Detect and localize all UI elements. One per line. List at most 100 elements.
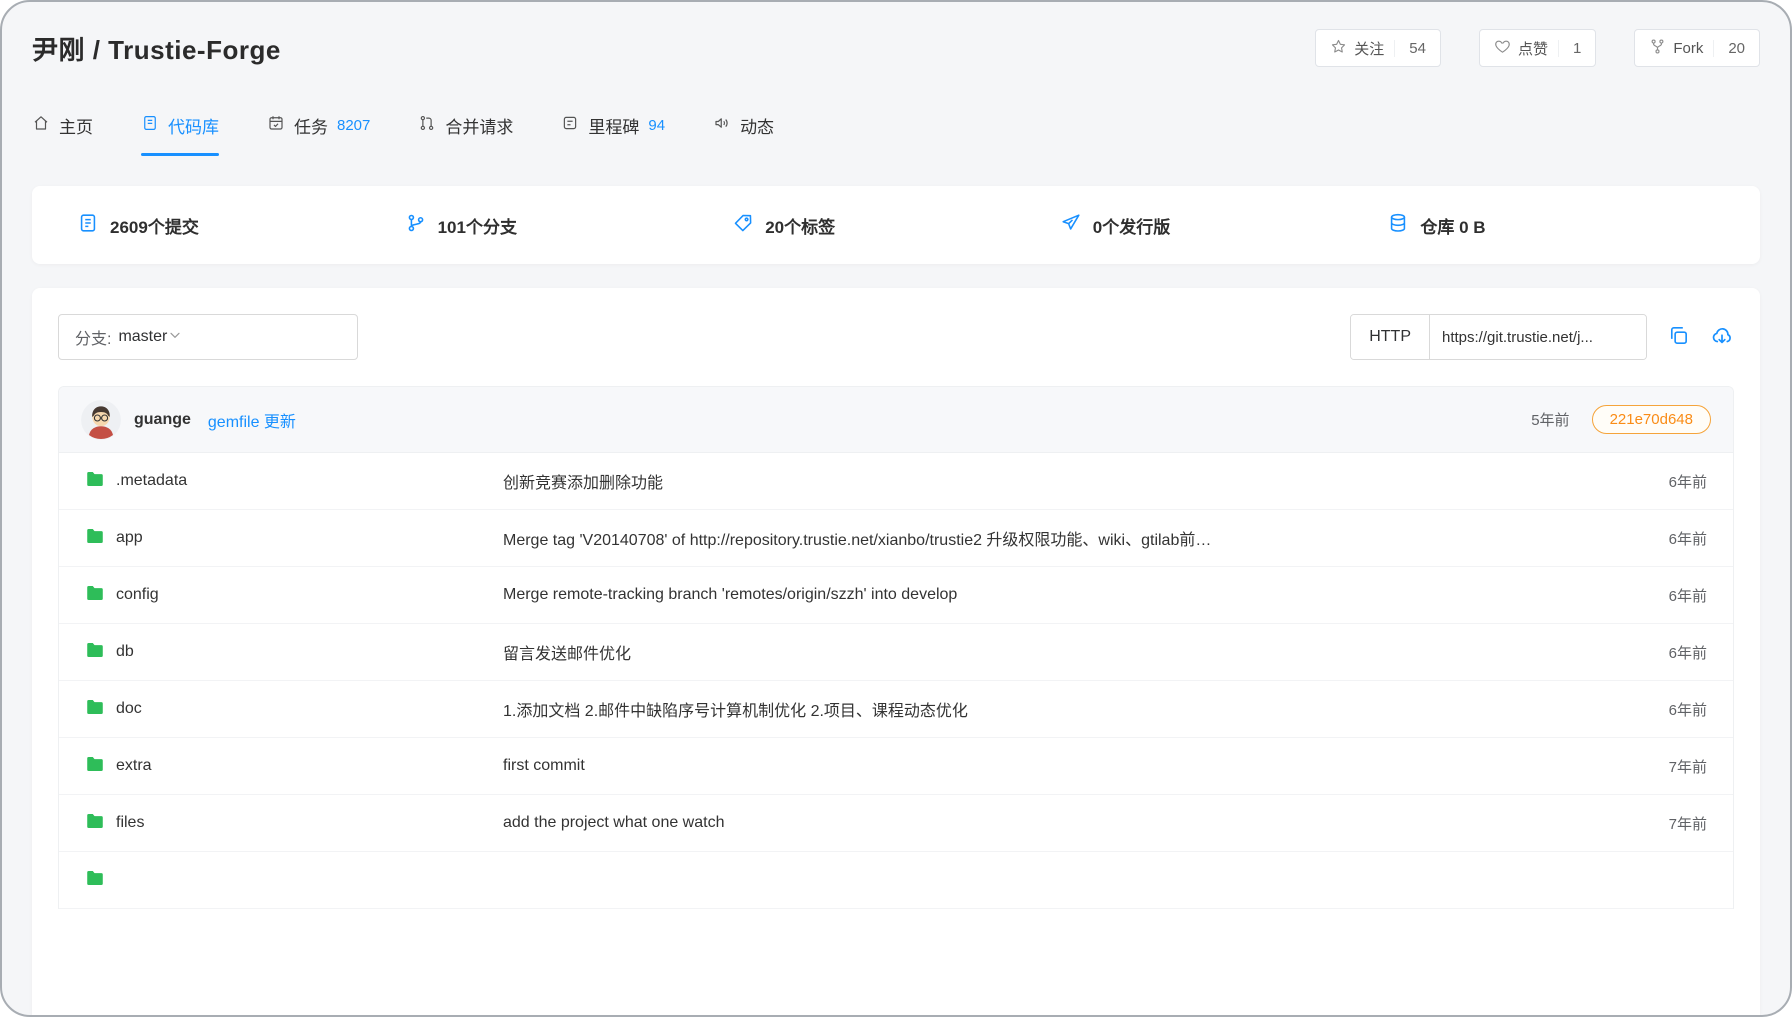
release-icon bbox=[1060, 212, 1082, 239]
clone-controls: HTTP bbox=[1350, 314, 1734, 360]
file-name-cell[interactable]: .metadata bbox=[85, 470, 503, 493]
tab-label: 任务 bbox=[294, 113, 328, 138]
file-name-cell[interactable]: extra bbox=[85, 755, 503, 778]
stat-repo-size[interactable]: 仓库 0 B bbox=[1387, 212, 1715, 239]
table-row[interactable]: config Merge remote-tracking branch 'rem… bbox=[59, 567, 1733, 624]
file-commit-message[interactable]: 1.添加文档 2.邮件中缺陷序号计算机制优化 2.项目、课程动态优化 bbox=[503, 697, 1669, 721]
stat-releases[interactable]: 0个发行版 bbox=[1060, 212, 1388, 239]
tab-home[interactable]: 主页 bbox=[32, 94, 93, 156]
branch-selector[interactable]: 分支: master bbox=[58, 314, 358, 360]
tab-issues[interactable]: 任务 8207 bbox=[267, 94, 370, 156]
code-browser-card: 分支: master HTTP bbox=[32, 288, 1760, 1017]
watch-count: 54 bbox=[1394, 40, 1426, 57]
copy-icon bbox=[1667, 324, 1690, 350]
repo-stats-bar: 2609个提交 101个分支 20个标签 0个发行版 仓库 0 B bbox=[32, 186, 1760, 264]
tab-milestones[interactable]: 里程碑 94 bbox=[561, 94, 665, 156]
file-name-cell bbox=[85, 869, 503, 892]
table-row[interactable]: db 留言发送邮件优化 6年前 bbox=[59, 624, 1733, 681]
merge-request-icon bbox=[418, 114, 436, 137]
file-time: 7年前 bbox=[1669, 813, 1707, 834]
table-row[interactable]: files add the project what one watch 7年前 bbox=[59, 795, 1733, 852]
tab-label: 合并请求 bbox=[445, 113, 513, 138]
tab-pulls[interactable]: 合并请求 bbox=[418, 94, 513, 156]
file-time: 6年前 bbox=[1669, 699, 1707, 720]
file-commit-message[interactable]: 留言发送邮件优化 bbox=[503, 640, 1669, 664]
milestones-count-badge: 94 bbox=[648, 117, 665, 134]
commit-message-link[interactable]: gemfile 更新 bbox=[208, 408, 296, 432]
praise-count: 1 bbox=[1558, 40, 1581, 57]
file-name: .metadata bbox=[116, 472, 187, 490]
praise-button[interactable]: 点赞 1 bbox=[1479, 29, 1596, 67]
commit-icon bbox=[77, 212, 99, 239]
table-row[interactable]: app Merge tag 'V20140708' of http://repo… bbox=[59, 510, 1733, 567]
file-name: config bbox=[116, 586, 159, 604]
tag-icon bbox=[732, 212, 754, 239]
folder-icon bbox=[85, 812, 105, 835]
file-name-cell[interactable]: config bbox=[85, 584, 503, 607]
task-icon bbox=[267, 114, 285, 137]
heart-icon bbox=[1494, 38, 1518, 59]
database-icon bbox=[1387, 212, 1409, 239]
download-button[interactable] bbox=[1710, 324, 1734, 351]
stat-tags[interactable]: 20个标签 bbox=[732, 212, 1060, 239]
copy-button[interactable] bbox=[1667, 324, 1690, 350]
file-name: files bbox=[116, 814, 144, 832]
file-commit-message[interactable]: Merge remote-tracking branch 'remotes/or… bbox=[503, 586, 1669, 604]
avatar[interactable] bbox=[81, 400, 121, 440]
table-row-partial[interactable] bbox=[59, 852, 1733, 909]
folder-icon bbox=[85, 527, 105, 550]
header-actions: 关注 54 点赞 1 Fork 20 bbox=[1315, 29, 1760, 67]
file-time: 6年前 bbox=[1669, 642, 1707, 663]
commit-hash-badge[interactable]: 221e70d648 bbox=[1592, 405, 1711, 434]
file-name-cell[interactable]: files bbox=[85, 812, 503, 835]
stat-label: 0个发行版 bbox=[1093, 213, 1170, 238]
file-commit-message[interactable]: Merge tag 'V20140708' of http://reposito… bbox=[503, 526, 1669, 550]
protocol-button[interactable]: HTTP bbox=[1351, 315, 1430, 359]
clone-url-input[interactable] bbox=[1430, 315, 1646, 359]
file-name: extra bbox=[116, 757, 152, 775]
table-row[interactable]: extra first commit 7年前 bbox=[59, 738, 1733, 795]
file-time: 6年前 bbox=[1669, 471, 1707, 492]
tab-label: 代码库 bbox=[168, 113, 219, 138]
stat-branches[interactable]: 101个分支 bbox=[405, 212, 733, 239]
fork-icon bbox=[1649, 38, 1673, 59]
activity-icon bbox=[713, 114, 731, 137]
stat-label: 101个分支 bbox=[438, 213, 517, 238]
commit-author[interactable]: guange bbox=[134, 411, 191, 429]
stat-label: 20个标签 bbox=[765, 213, 835, 238]
folder-icon bbox=[85, 641, 105, 664]
branch-value: master bbox=[118, 328, 167, 346]
file-name-cell[interactable]: db bbox=[85, 641, 503, 664]
home-icon bbox=[32, 114, 50, 137]
file-commit-message[interactable]: first commit bbox=[503, 757, 1669, 775]
file-time: 7年前 bbox=[1669, 756, 1707, 777]
tab-label: 里程碑 bbox=[588, 113, 639, 138]
folder-icon bbox=[85, 698, 105, 721]
folder-icon bbox=[85, 584, 105, 607]
cloud-download-icon bbox=[1710, 324, 1734, 351]
stat-label: 仓库 0 B bbox=[1420, 213, 1485, 238]
fork-button[interactable]: Fork 20 bbox=[1634, 29, 1760, 67]
folder-icon bbox=[85, 869, 105, 892]
repo-tabs: 主页 代码库 任务 8207 合并请求 里程碑 94 bbox=[2, 94, 1790, 156]
table-row[interactable]: doc 1.添加文档 2.邮件中缺陷序号计算机制优化 2.项目、课程动态优化 6… bbox=[59, 681, 1733, 738]
table-row[interactable]: .metadata 创新竞赛添加删除功能 6年前 bbox=[59, 453, 1733, 510]
stat-commits[interactable]: 2609个提交 bbox=[77, 212, 405, 239]
branch-label: 分支: bbox=[75, 325, 111, 349]
file-name-cell[interactable]: doc bbox=[85, 698, 503, 721]
file-commit-message[interactable]: add the project what one watch bbox=[503, 814, 1669, 832]
watch-button[interactable]: 关注 54 bbox=[1315, 29, 1441, 67]
file-commit-message[interactable]: 创新竞赛添加删除功能 bbox=[503, 469, 1669, 493]
clone-url-group: HTTP bbox=[1350, 314, 1647, 360]
watch-label: 关注 bbox=[1354, 38, 1384, 59]
file-name-cell[interactable]: app bbox=[85, 527, 503, 550]
tab-code[interactable]: 代码库 bbox=[141, 94, 219, 156]
issues-count-badge: 8207 bbox=[337, 117, 370, 134]
milestone-icon bbox=[561, 114, 579, 137]
file-table: guange gemfile 更新 5年前 221e70d648 .metada… bbox=[58, 386, 1734, 909]
page-title[interactable]: 尹刚 / Trustie-Forge bbox=[32, 30, 281, 67]
chevron-down-icon bbox=[167, 327, 183, 348]
tab-activity[interactable]: 动态 bbox=[713, 94, 774, 156]
file-time: 6年前 bbox=[1669, 528, 1707, 549]
file-name: db bbox=[116, 643, 134, 661]
